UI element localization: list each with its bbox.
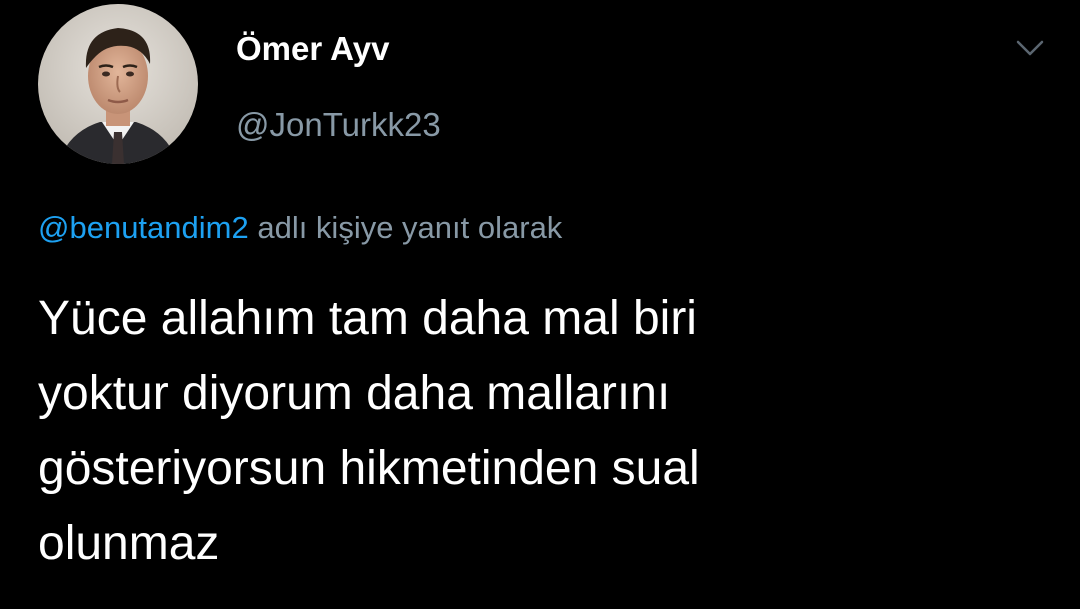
tweet-options-button[interactable] <box>1008 30 1052 66</box>
tweet-text-line: yoktur diyorum daha mallarını <box>38 366 671 420</box>
tweet-text-line: gösteriyorsun hikmetinden sual <box>38 441 700 495</box>
author-display-name[interactable]: Ömer Ayv <box>236 30 389 68</box>
author-handle[interactable]: @JonTurkk23 <box>236 106 441 144</box>
tweet-text-line: olunmaz <box>38 516 220 570</box>
tweet-card: Ömer Ayv @JonTurkk23 @benutandim2 adlı k… <box>0 0 1080 609</box>
profile-photo-icon <box>38 4 198 164</box>
reply-context-suffix: adlı kişiye yanıt olarak <box>248 210 563 245</box>
reply-context: @benutandim2 adlı kişiye yanıt olarak <box>38 210 562 246</box>
reply-mention-link[interactable]: @benutandim2 <box>38 210 249 245</box>
author-avatar[interactable] <box>38 4 198 164</box>
tweet-text-line: Yüce allahım tam daha mal biri <box>38 292 697 345</box>
tweet-text: Yüce allahım tam daha mal biri yoktur di… <box>38 282 1058 582</box>
chevron-down-icon <box>1016 40 1044 56</box>
